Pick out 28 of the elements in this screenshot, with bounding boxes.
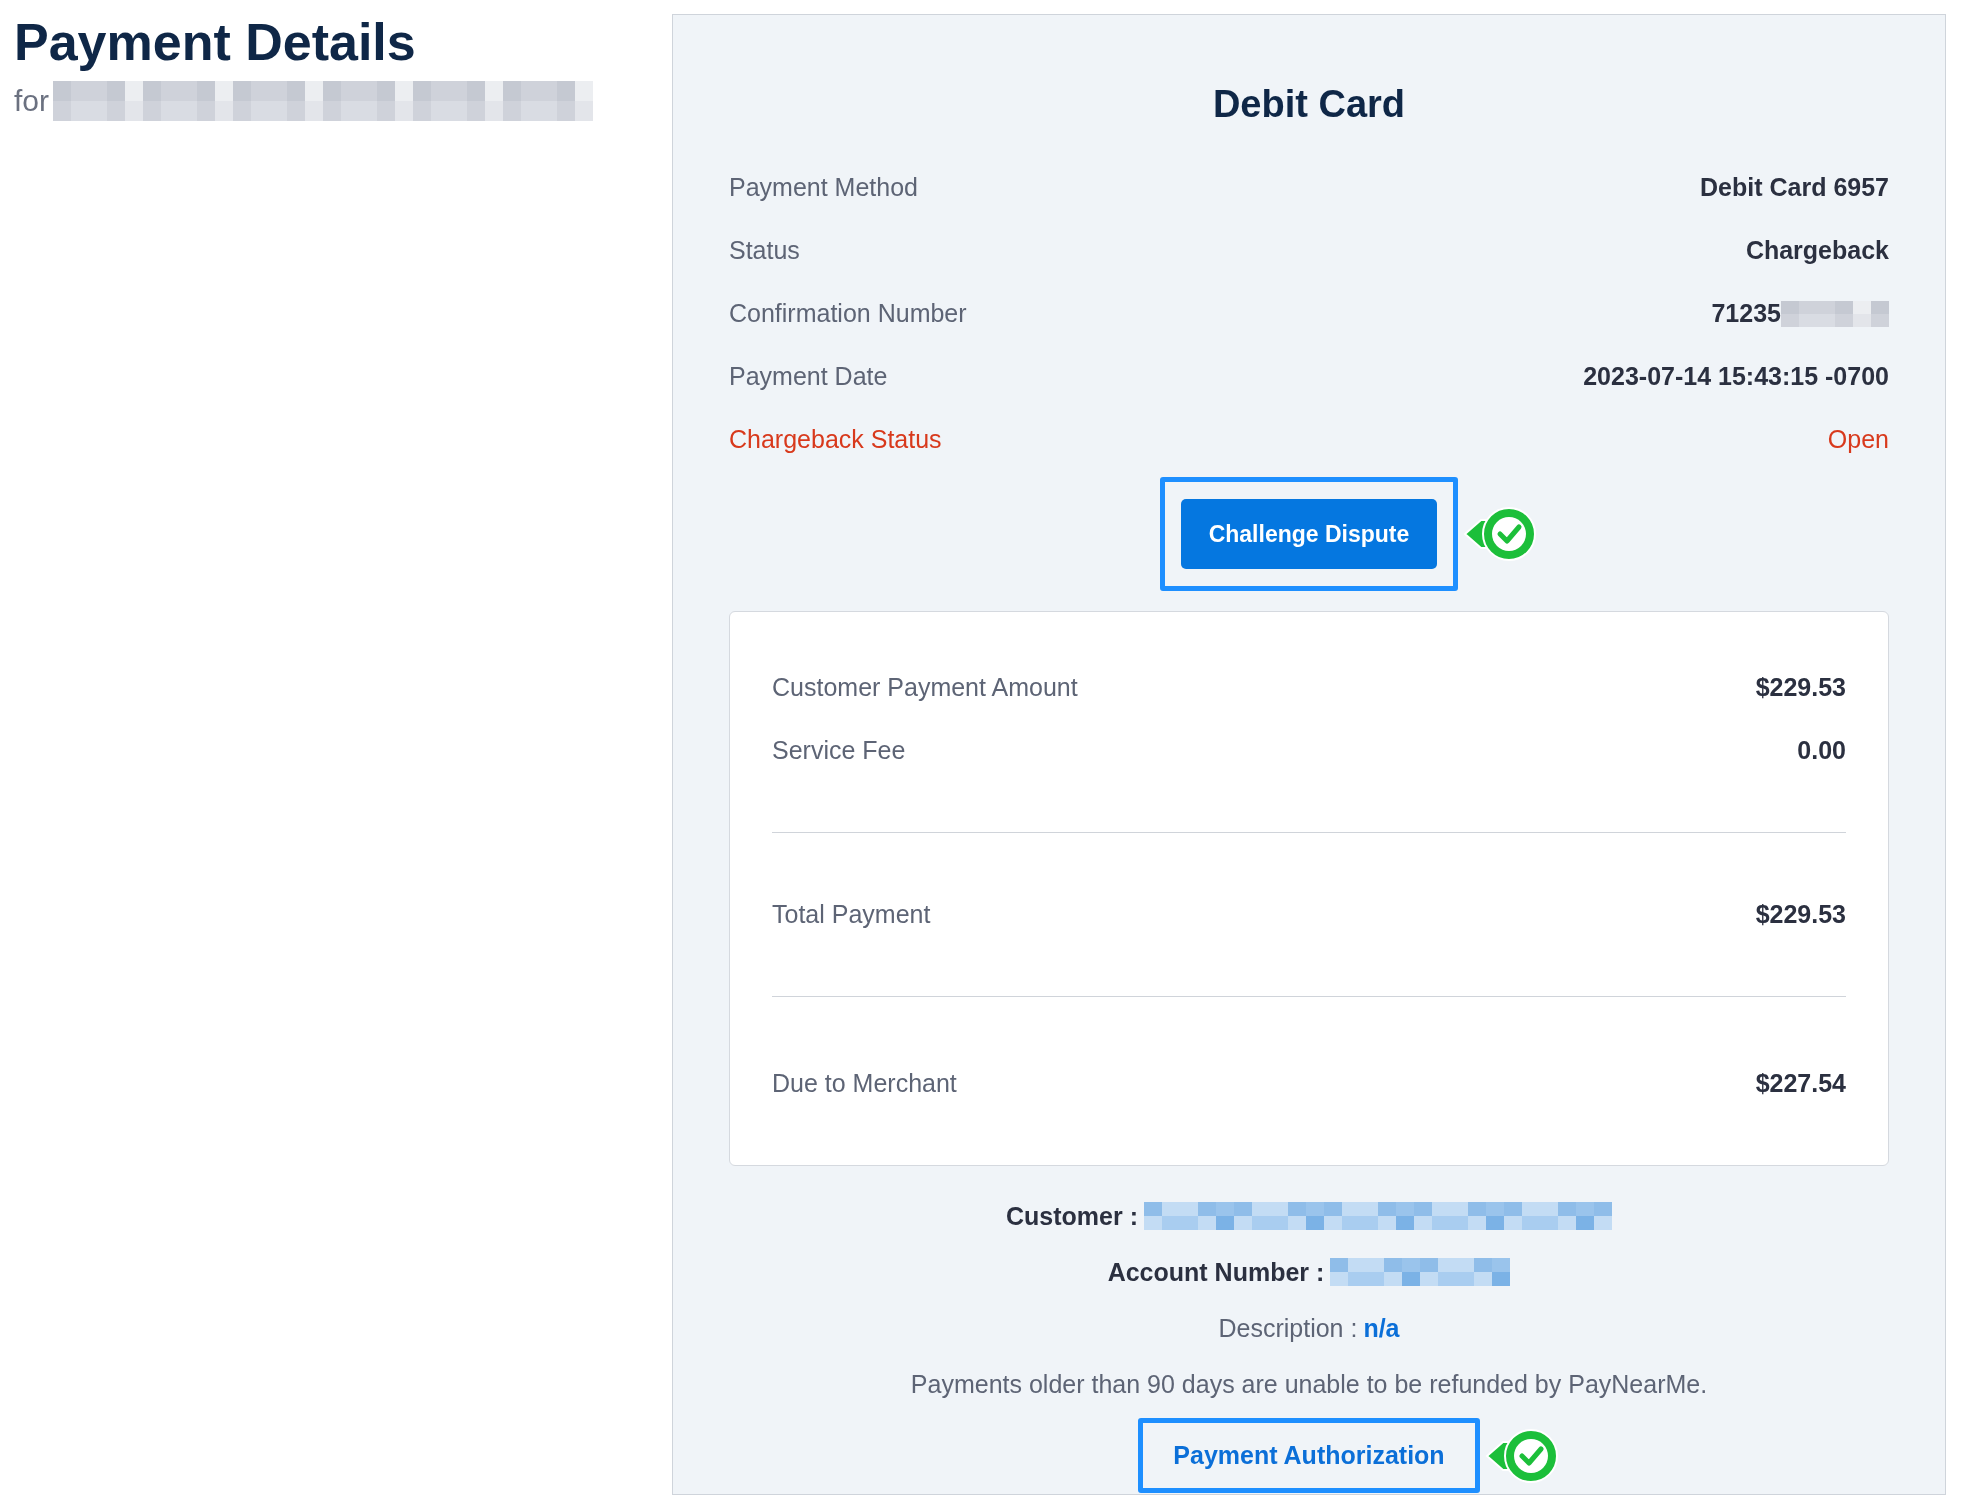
description-value: n/a	[1363, 1313, 1400, 1343]
detail-label: Status	[729, 236, 800, 265]
summary-label: Total Payment	[772, 900, 931, 929]
detail-value: 2023-07-14 15:43:15 -0700	[1583, 362, 1889, 391]
detail-value: 71235	[1711, 299, 1781, 328]
summary-label: Service Fee	[772, 736, 906, 765]
summary-value: $229.53	[1755, 673, 1846, 702]
card-title: Debit Card	[1211, 83, 1407, 126]
detail-label: Chargeback Status	[729, 425, 942, 454]
description-label: Description :	[1218, 1313, 1358, 1343]
account-label: Account Number :	[1107, 1257, 1325, 1287]
detail-label: Payment Date	[729, 362, 888, 391]
detail-label: Confirmation Number	[729, 299, 967, 328]
detail-label: Payment Method	[729, 173, 918, 202]
detail-value: Debit Card 6957	[1700, 173, 1889, 202]
detail-value: Open	[1827, 425, 1889, 454]
refund-notice: Payments older than 90 days are unable to be refunded by PayNearMe.	[910, 1369, 1708, 1399]
detail-value: Chargeback	[1745, 236, 1889, 265]
challenge-dispute-button[interactable]: Challenge Dispute	[1180, 499, 1438, 569]
summary-value: $229.53	[1755, 900, 1846, 929]
summary-value: $227.54	[1755, 1069, 1846, 1098]
subtitle-prefix: for	[14, 84, 49, 119]
customer-label: Customer :	[1006, 1201, 1138, 1231]
payment-authorization-link[interactable]: Payment Authorization	[1147, 1427, 1471, 1484]
summary-label: Due to Merchant	[772, 1069, 957, 1098]
summary-value: 0.00	[1797, 736, 1846, 765]
summary-label: Customer Payment Amount	[772, 673, 1078, 702]
page-title: Payment Details	[14, 14, 417, 72]
